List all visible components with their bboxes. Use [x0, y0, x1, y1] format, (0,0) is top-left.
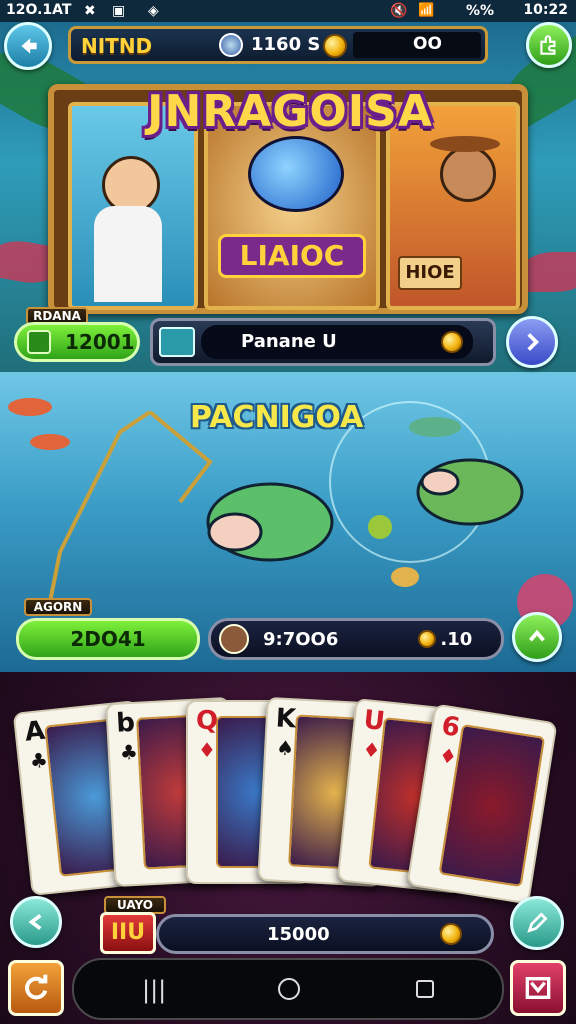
chevron-right-icon — [527, 333, 540, 351]
game-title: JNRAGOISA — [147, 86, 433, 137]
balance-text: 1160 S — [251, 34, 321, 55]
row2-tag: AGORN — [24, 598, 92, 616]
card-rank: b — [115, 707, 136, 739]
avatar — [219, 624, 249, 654]
coin-icon — [418, 630, 437, 648]
card-rank: K — [275, 703, 297, 735]
share-button[interactable] — [10, 896, 62, 948]
row2-coin-value: .10 — [440, 628, 473, 650]
card-suit-icon: ♦ — [437, 742, 459, 770]
home-icon[interactable] — [278, 978, 300, 1000]
card-rank: A — [23, 715, 47, 748]
row2-text: 9:7OO6 — [263, 628, 339, 650]
bottom-amount-pill: 15000 — [156, 914, 494, 954]
status-time-left: 12O.1AT — [6, 2, 72, 18]
arrow-back-icon — [28, 913, 42, 931]
card-rank: U — [362, 705, 387, 738]
row2-value-pill[interactable]: 2DO41 — [16, 618, 200, 660]
ticket-icon — [27, 330, 51, 354]
right-label: HIOE — [398, 256, 462, 290]
row1-panel: Panane U — [150, 318, 496, 366]
status-time-right: 10:22 — [523, 2, 568, 18]
up-button[interactable] — [512, 612, 562, 662]
row1-value: 12001 — [65, 330, 135, 354]
card-suit-icon: ♠ — [275, 735, 295, 761]
battery-text: %% — [466, 3, 495, 19]
card-suit-icon: ♦ — [198, 738, 216, 762]
coin-counter: OO — [413, 34, 442, 54]
card-suit-icon: ♣ — [28, 747, 49, 774]
next-button[interactable] — [506, 316, 558, 368]
row1-text: Panane U — [241, 331, 337, 352]
row1-value-pill[interactable]: 12001 — [14, 322, 140, 362]
scene-title: PACNIGOA — [190, 400, 364, 435]
mute-icon: 🔇 — [390, 3, 408, 19]
player-label: NITND — [81, 34, 153, 58]
arrow-up-icon — [529, 629, 545, 642]
close-icon: ✖ — [84, 3, 96, 19]
refresh-icon — [25, 974, 48, 1000]
coin-icon — [439, 923, 462, 945]
system-nav-bar: ||| — [72, 958, 504, 1020]
menu-button[interactable] — [510, 960, 566, 1016]
diamond-icon: ◈ — [148, 3, 159, 19]
back-button[interactable] — [4, 22, 52, 70]
notification-icon: ▣ — [112, 3, 126, 19]
bottom-value-badge[interactable]: IIU — [100, 912, 156, 954]
check-icon — [525, 977, 551, 999]
arrow-left-icon — [21, 38, 37, 54]
hourglass-icon — [159, 327, 195, 357]
puzzle-icon — [540, 35, 556, 55]
center-badge: LIAIOC — [218, 234, 366, 278]
bottom-amount: 15000 — [267, 923, 330, 945]
refresh-button[interactable] — [8, 960, 64, 1016]
card-rank: 6 — [439, 710, 462, 744]
coin-icon — [323, 34, 347, 58]
recent-apps-icon[interactable]: ||| — [142, 976, 166, 1004]
card-suit-icon: ♦ — [361, 737, 382, 763]
settings-button[interactable] — [526, 22, 572, 68]
row2-value: 2DO41 — [70, 627, 146, 651]
card-suit-icon: ♣ — [119, 739, 139, 765]
gem-icon — [219, 33, 243, 57]
card-rank: Q — [196, 706, 219, 736]
back-square-icon[interactable] — [416, 980, 434, 998]
row2-info-pill: 9:7OO6 .10 — [208, 618, 504, 660]
edit-button[interactable] — [510, 896, 564, 950]
pencil-icon — [527, 912, 548, 933]
top-bar: NITND 1160 S OO — [68, 26, 488, 64]
status-bar: 12O.1AT ✖ ▣ ◈ 🔇 📶 %% 10:22 — [0, 0, 576, 22]
coin-icon — [441, 331, 463, 353]
wifi-icon: 📶 — [418, 3, 435, 18]
